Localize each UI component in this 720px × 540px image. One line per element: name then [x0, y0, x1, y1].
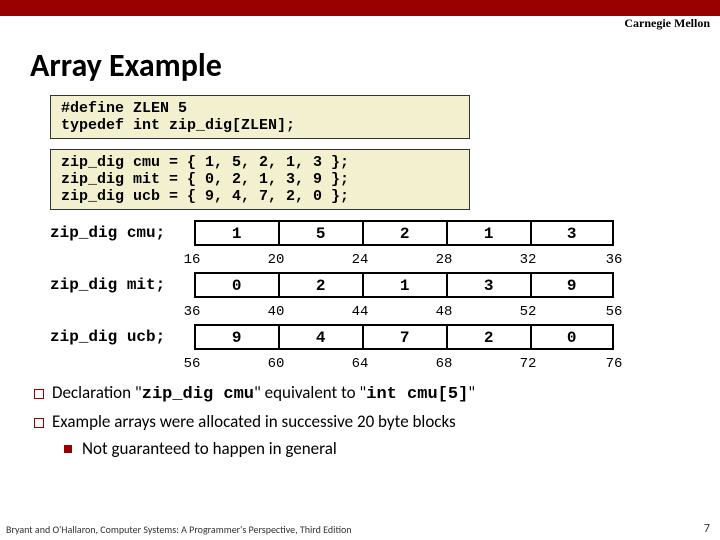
cell: 0 — [194, 272, 278, 298]
cell: 3 — [530, 220, 614, 246]
addr: 68 — [436, 356, 520, 372]
addr: 48 — [436, 304, 520, 320]
cell: 4 — [278, 324, 362, 350]
cell: 9 — [194, 324, 278, 350]
code-box-defs: #define ZLEN 5 typedef int zip_dig[ZLEN]… — [50, 95, 470, 139]
addr: 32 — [520, 252, 604, 268]
addr: 76 — [606, 356, 626, 372]
addr: 72 — [520, 356, 604, 372]
addr: 64 — [352, 356, 436, 372]
addr: 24 — [352, 252, 436, 268]
addr: 16 — [184, 252, 268, 268]
code-box-inits: zip_dig cmu = { 1, 5, 2, 1, 3 }; zip_dig… — [50, 149, 470, 210]
cell: 9 — [530, 272, 614, 298]
cell: 0 — [530, 324, 614, 350]
footer-text: Bryant and O'Hallaron, Computer Systems:… — [6, 523, 352, 536]
addr: 60 — [268, 356, 352, 372]
array-ucb-label: zip_dig ucb; — [50, 324, 190, 346]
addr: 20 — [268, 252, 352, 268]
addr: 56 — [606, 304, 626, 320]
bullet-3: Not guaranteed to happen in general — [60, 438, 720, 461]
brand-label: Carnegie Mellon — [624, 16, 710, 31]
page-number: 7 — [704, 522, 710, 536]
cell: 2 — [362, 220, 446, 246]
cell: 3 — [446, 272, 530, 298]
addr: 36 — [606, 252, 626, 268]
addr: 36 — [184, 304, 268, 320]
addr: 40 — [268, 304, 352, 320]
bullet-list: Declaration "zip_dig cmu" equivalent to … — [30, 382, 720, 461]
addr: 28 — [436, 252, 520, 268]
cell: 1 — [362, 272, 446, 298]
cell: 2 — [278, 272, 362, 298]
array-cmu-label: zip_dig cmu; — [50, 220, 190, 242]
addr: 52 — [520, 304, 604, 320]
array-cmu: zip_dig cmu; 1 5 2 1 3 16 20 24 28 32 36 — [50, 220, 720, 268]
header-bar — [0, 0, 720, 16]
cell: 5 — [278, 220, 362, 246]
array-diagrams: zip_dig cmu; 1 5 2 1 3 16 20 24 28 32 36… — [50, 220, 720, 372]
page-title: Array Example — [30, 46, 720, 85]
array-mit: zip_dig mit; 0 2 1 3 9 36 40 44 48 52 56 — [50, 272, 720, 320]
cell: 2 — [446, 324, 530, 350]
addr: 56 — [184, 356, 268, 372]
array-ucb: zip_dig ucb; 9 4 7 2 0 56 60 64 68 72 76 — [50, 324, 720, 372]
bullet-2: Example arrays were allocated in success… — [30, 411, 720, 434]
bullet-1: Declaration "zip_dig cmu" equivalent to … — [30, 382, 720, 407]
cell: 7 — [362, 324, 446, 350]
addr: 44 — [352, 304, 436, 320]
array-mit-label: zip_dig mit; — [50, 272, 190, 294]
cell: 1 — [194, 220, 278, 246]
cell: 1 — [446, 220, 530, 246]
